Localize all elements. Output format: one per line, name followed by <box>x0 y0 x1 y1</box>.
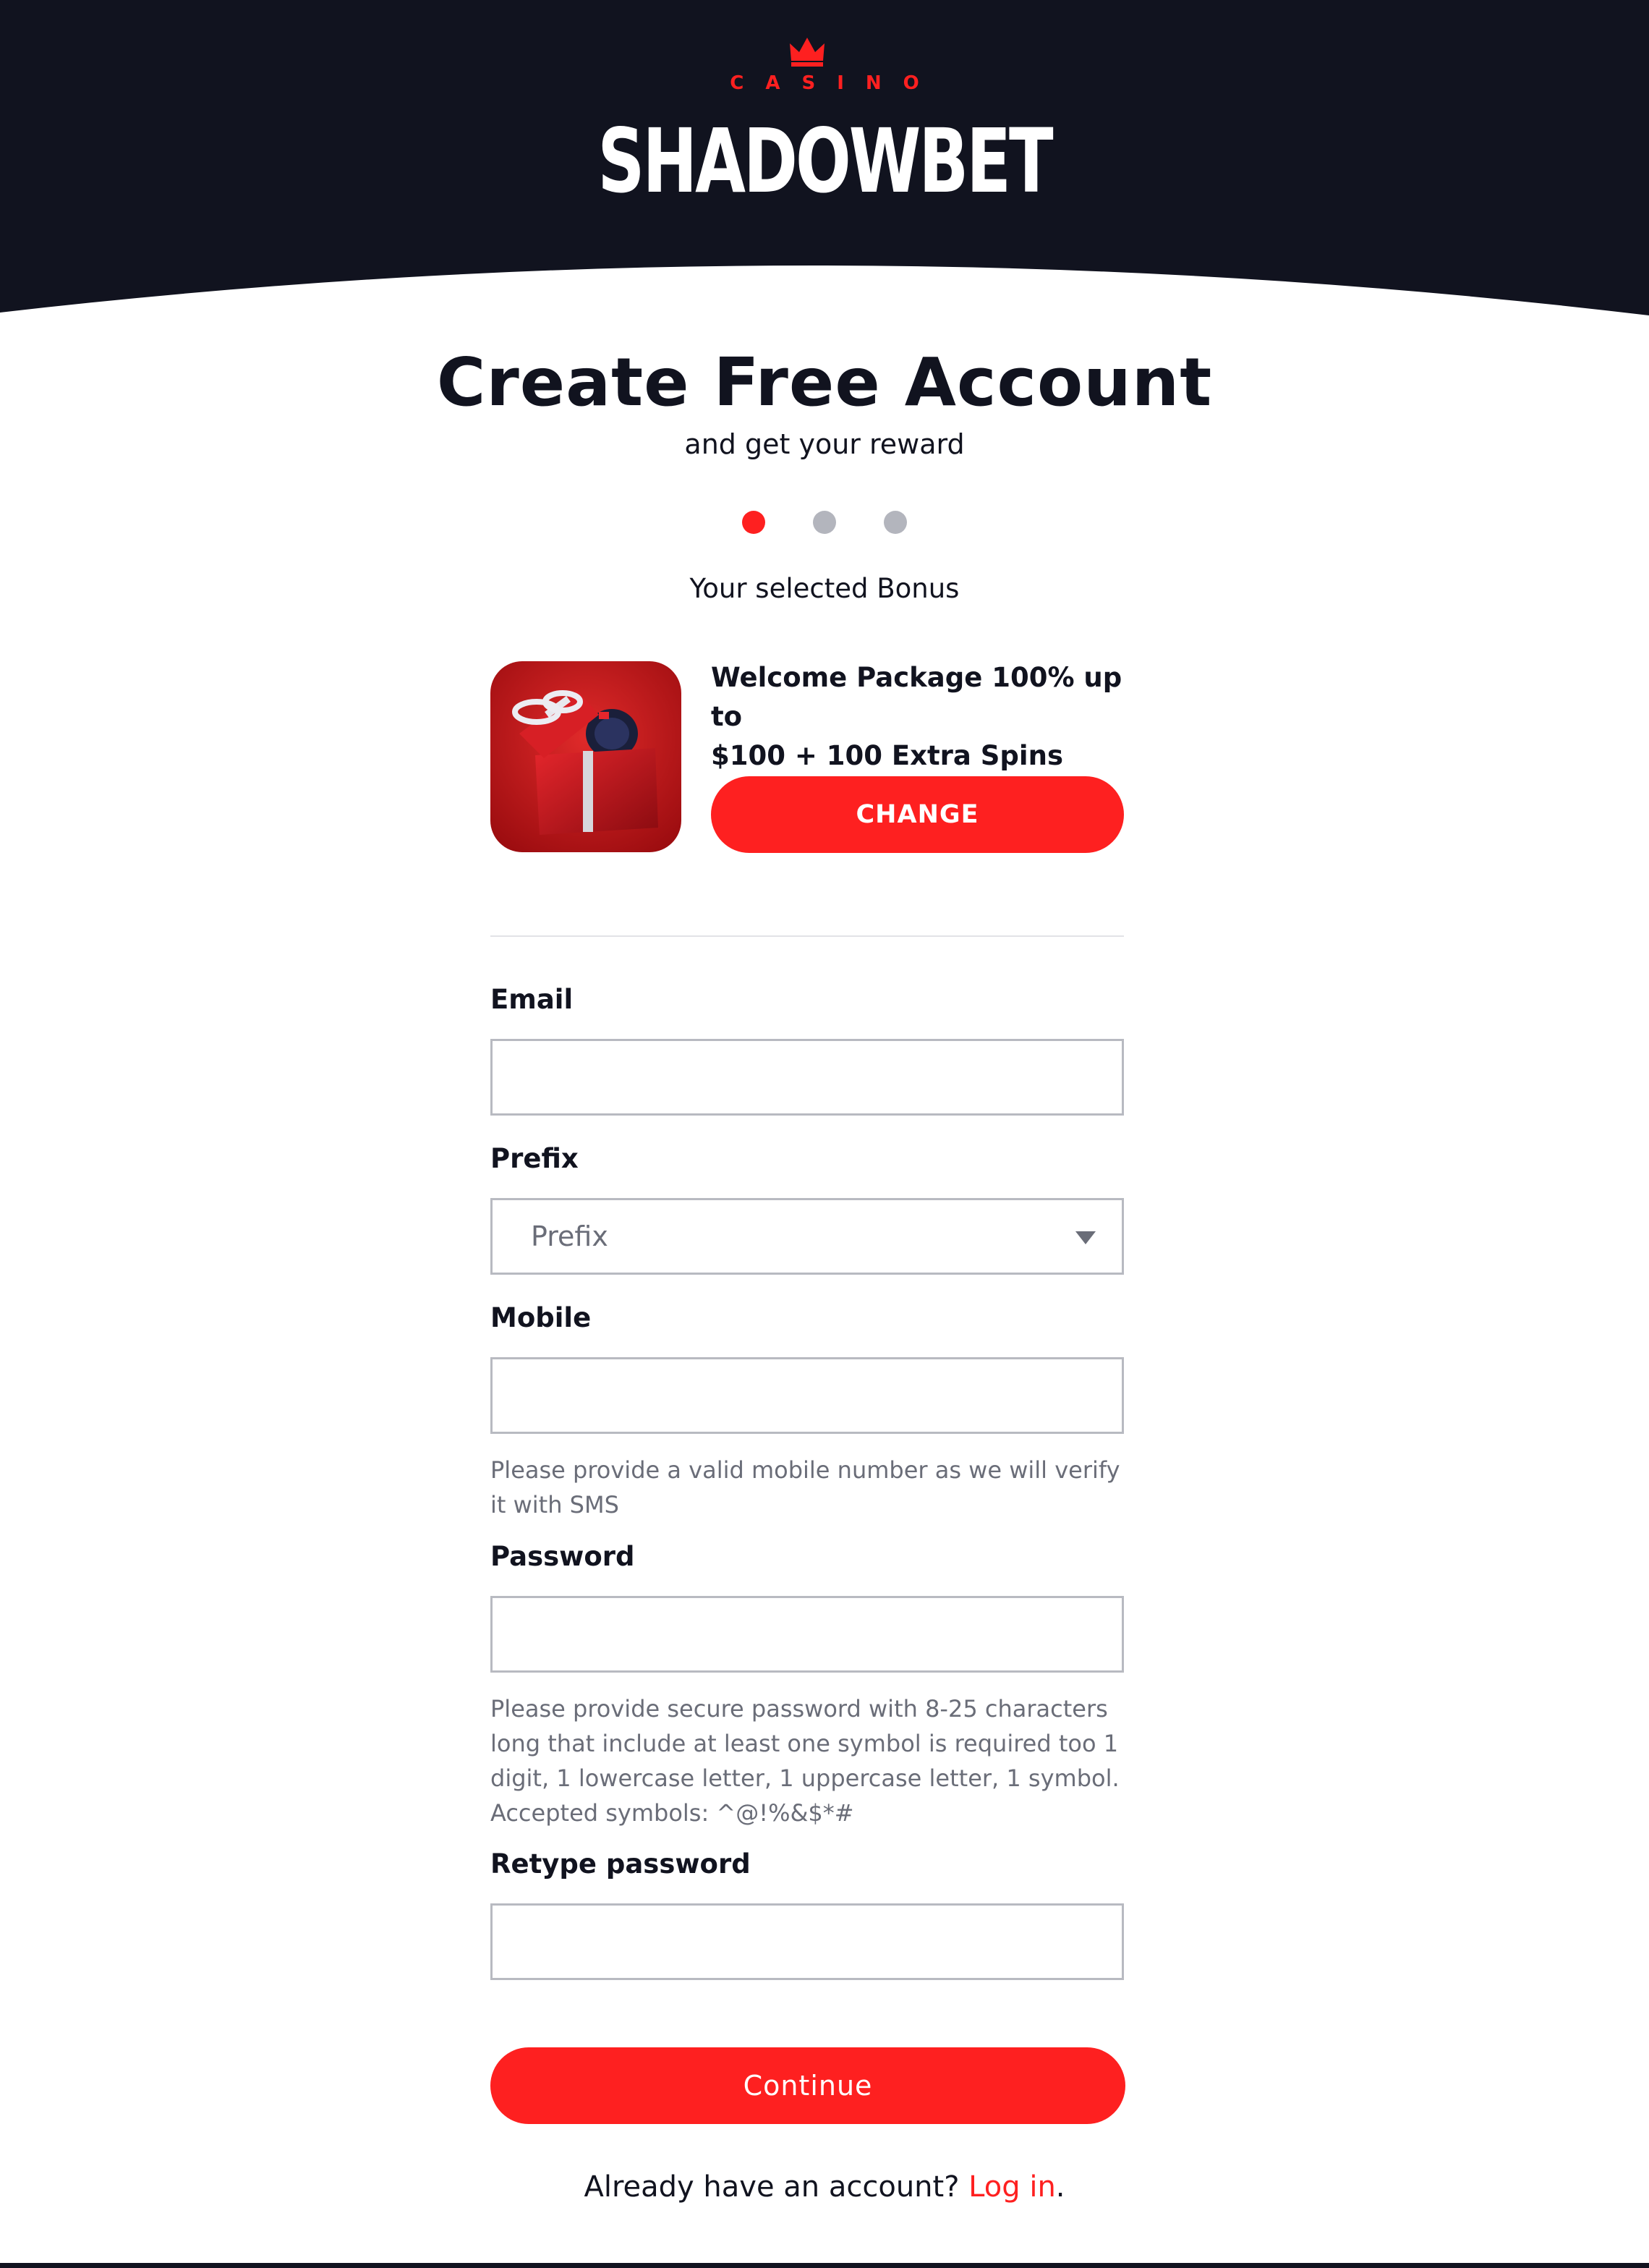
hint-line: Please provide a valid mobile number as … <box>490 1456 1120 1484</box>
prefix-label: Prefix <box>490 1143 579 1174</box>
retype-password-field[interactable] <box>490 1903 1124 1980</box>
bonus-title: Welcome Package 100% up to $100 + 100 Ex… <box>711 658 1138 776</box>
logo-casino-text: CASINO <box>730 72 941 94</box>
bonus-title-line: Welcome Package 100% up to <box>711 662 1122 732</box>
bottom-border <box>0 2263 1649 2268</box>
logo-brand-text: SHADOWBET <box>597 110 1053 213</box>
chevron-down-icon <box>1075 1231 1096 1244</box>
gift-box-icon <box>490 661 681 852</box>
email-label: Email <box>490 984 574 1015</box>
login-prompt-line: Already have an account? Log in. <box>0 2170 1649 2204</box>
login-prompt-text: Already have an account? <box>584 2170 960 2204</box>
site-header: CASINO SHADOWBET <box>0 0 1649 318</box>
password-label: Password <box>490 1541 635 1572</box>
password-field[interactable] <box>490 1596 1124 1673</box>
continue-button[interactable]: Continue <box>490 2047 1125 2124</box>
bonus-heading: Your selected Bonus <box>689 573 960 604</box>
step-dot-1 <box>742 511 765 534</box>
mobile-hint: Please provide a valid mobile number as … <box>490 1453 1127 1522</box>
hint-line: long that include at least one symbol is… <box>490 1730 1119 1757</box>
step-dot-3 <box>884 511 907 534</box>
crown-icon <box>790 38 824 67</box>
step-dot-2 <box>813 511 836 534</box>
prefix-select[interactable]: Prefix <box>490 1198 1124 1275</box>
bonus-title-line: $100 + 100 Extra Spins <box>711 740 1063 771</box>
section-divider <box>490 935 1124 937</box>
login-suffix: . <box>1055 2170 1065 2204</box>
retype-password-label: Retype password <box>490 1848 751 1880</box>
hint-line: digit, 1 lowercase letter, 1 uppercase l… <box>490 1764 1120 1792</box>
hint-line: Please provide secure password with 8-25… <box>490 1695 1108 1723</box>
login-link[interactable]: Log in <box>968 2170 1056 2204</box>
page-subtitle: and get your reward <box>684 428 965 460</box>
prefix-placeholder: Prefix <box>531 1220 608 1252</box>
password-hint: Please provide secure password with 8-25… <box>490 1691 1127 1830</box>
email-field[interactable] <box>490 1039 1124 1116</box>
hint-line: it with SMS <box>490 1491 619 1519</box>
step-indicator <box>0 511 1649 534</box>
mobile-field[interactable] <box>490 1357 1124 1434</box>
mobile-label: Mobile <box>490 1302 592 1333</box>
hint-line: Accepted symbols: ^@!%&$*# <box>490 1799 854 1827</box>
page-title: Create Free Account <box>436 344 1213 421</box>
shadowbet-logo[interactable]: CASINO SHADOWBET <box>0 0 1649 239</box>
change-bonus-button[interactable]: CHANGE <box>711 776 1124 853</box>
